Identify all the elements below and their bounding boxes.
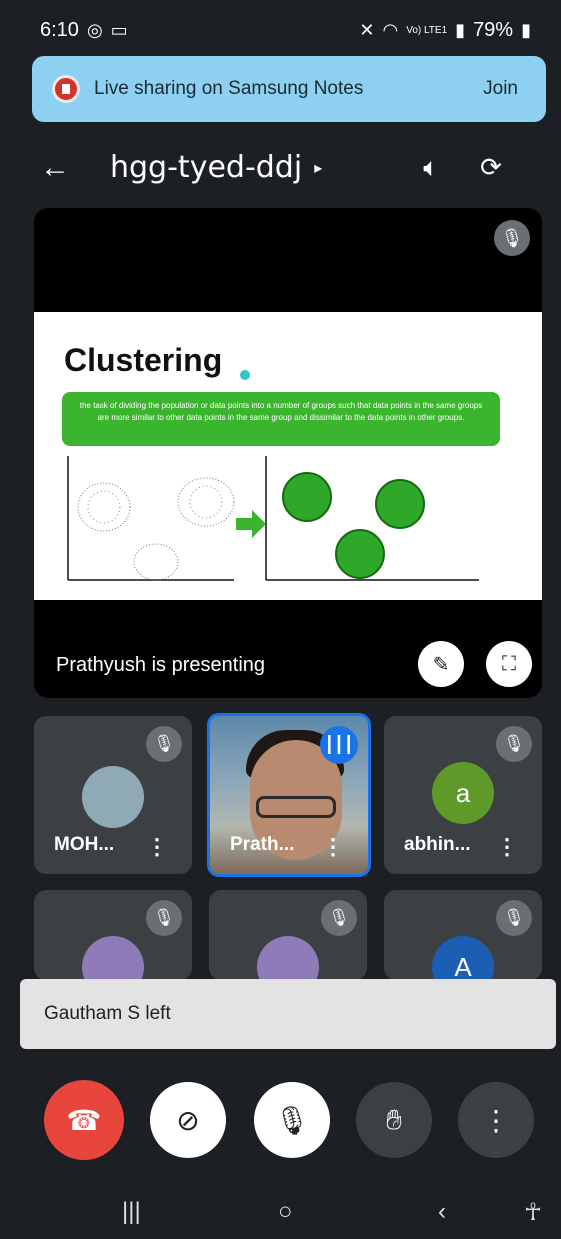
avatar-initial: a (455, 777, 471, 808)
unpin-icon[interactable]: ✎ (418, 641, 464, 687)
arrow-right-icon (236, 510, 266, 538)
switch-camera-icon[interactable]: ⟳ (461, 152, 521, 183)
participant-tile[interactable]: 🎙︎ A (384, 890, 542, 980)
raise-hand-button[interactable]: ✋︎ (356, 1082, 432, 1158)
unclustered-group (189, 485, 223, 519)
unclustered-group (77, 482, 131, 532)
banner-text: Live sharing on Samsung Notes (94, 78, 364, 99)
wifi-icon: ◠ (382, 20, 399, 40)
samsung-notes-icon (52, 75, 80, 103)
avatar (82, 766, 144, 828)
participant-name: Prath... (230, 834, 295, 855)
mic-off-icon: 🎙︎ (496, 726, 532, 762)
avatar-initial: A (454, 951, 472, 981)
more-options-icon[interactable]: ⋮ (146, 834, 168, 860)
cluster-circle (375, 479, 425, 529)
participant-tile-speaking[interactable]: ┃┃┃ Prath... ⋮ (207, 713, 371, 877)
cluster-circle (335, 529, 385, 579)
clustering-illustration (67, 456, 479, 581)
speaking-indicator-icon: ┃┃┃ (320, 726, 358, 764)
mute-icon: ✕ (359, 20, 375, 40)
back-arrow-icon[interactable]: ← (40, 151, 110, 185)
shared-slide: Clustering the task of dividing the popu… (34, 312, 542, 600)
participant-name: MOH... (54, 834, 115, 855)
speaker-icon[interactable]: 🔈︎ (401, 152, 461, 184)
more-options-icon[interactable]: ⋮ (496, 834, 518, 860)
home-icon[interactable]: ○ (278, 1198, 293, 1226)
accessibility-icon[interactable]: ☥ (524, 1198, 542, 1227)
mic-off-icon: 🎙︎ (146, 726, 182, 762)
mic-off-icon: 🎙︎ (146, 900, 182, 936)
meeting-code: hgg-tyed-ddj (110, 150, 303, 185)
whatsapp-icon: ◎ (86, 20, 103, 40)
mic-off-icon: 🎙︎ (494, 220, 530, 256)
slide-description: the task of dividing the population or d… (62, 392, 500, 446)
unclustered-group (133, 543, 179, 581)
recent-apps-icon[interactable]: ||| (122, 1198, 141, 1226)
participant-tile[interactable]: 🎙︎ (209, 890, 367, 980)
unclustered-group (87, 490, 121, 524)
system-nav-bar: ||| ○ ‹ ☥ (0, 1185, 561, 1239)
slide-dot (240, 370, 250, 380)
mic-off-button[interactable]: 🎙︎ (254, 1082, 330, 1158)
presentation-stage: 🎙︎ Clustering the task of dividing the p… (34, 208, 542, 698)
avatar: a (432, 762, 494, 824)
back-nav-icon[interactable]: ‹ (438, 1198, 446, 1226)
video-feed (256, 796, 336, 818)
more-options-button[interactable]: ⋮ (458, 1082, 534, 1158)
cluster-circle (282, 472, 332, 522)
participant-name: abhin... (404, 834, 471, 855)
avatar (82, 936, 144, 980)
meeting-header: ← hgg-tyed-ddj ▸ 🔈︎ ⟳ (0, 135, 561, 200)
camera-off-button[interactable]: ⊘ (150, 1082, 226, 1158)
chevron-right-icon: ▸ (314, 158, 323, 177)
avatar: A (432, 936, 494, 980)
live-sharing-banner[interactable]: Live sharing on Samsung Notes Join (32, 56, 546, 122)
signal-icon: ▮ (455, 20, 466, 40)
more-options-icon[interactable]: ⋮ (322, 834, 344, 860)
mic-off-icon: 🎙︎ (321, 900, 357, 936)
participant-tile[interactable]: 🎙︎ a abhin... ⋮ (384, 716, 542, 874)
end-call-button[interactable]: ☎ (44, 1080, 124, 1160)
participant-tile[interactable]: 🎙︎ (34, 890, 192, 980)
status-bar: 6:10 ◎ ▭ ✕ ◠ Vo) LTE1 ▮ 79% ▮ (0, 0, 561, 60)
slide-title: Clustering (64, 342, 223, 378)
notification-toast: Gautham S left (20, 979, 556, 1049)
battery-icon: ▮ (521, 20, 531, 40)
participant-tile[interactable]: 🎙︎ MOH... ⋮ (34, 716, 192, 874)
status-time: 6:10 (40, 18, 79, 41)
unclustered-group (177, 477, 235, 527)
avatar (257, 936, 319, 980)
join-button[interactable]: Join (483, 78, 518, 100)
call-controls: ☎ ⊘ 🎙︎ ✋︎ ⋮ (0, 1070, 561, 1160)
screen-record-icon: ▭ (110, 20, 128, 40)
presenting-label: Prathyush is presenting (56, 654, 266, 676)
battery-percent: 79% (473, 18, 514, 41)
mic-off-icon: 🎙︎ (496, 900, 532, 936)
fullscreen-icon[interactable]: ⛶ (486, 641, 532, 687)
meeting-code-button[interactable]: hgg-tyed-ddj ▸ (110, 150, 401, 185)
network-label: Vo) LTE1 (406, 24, 448, 36)
